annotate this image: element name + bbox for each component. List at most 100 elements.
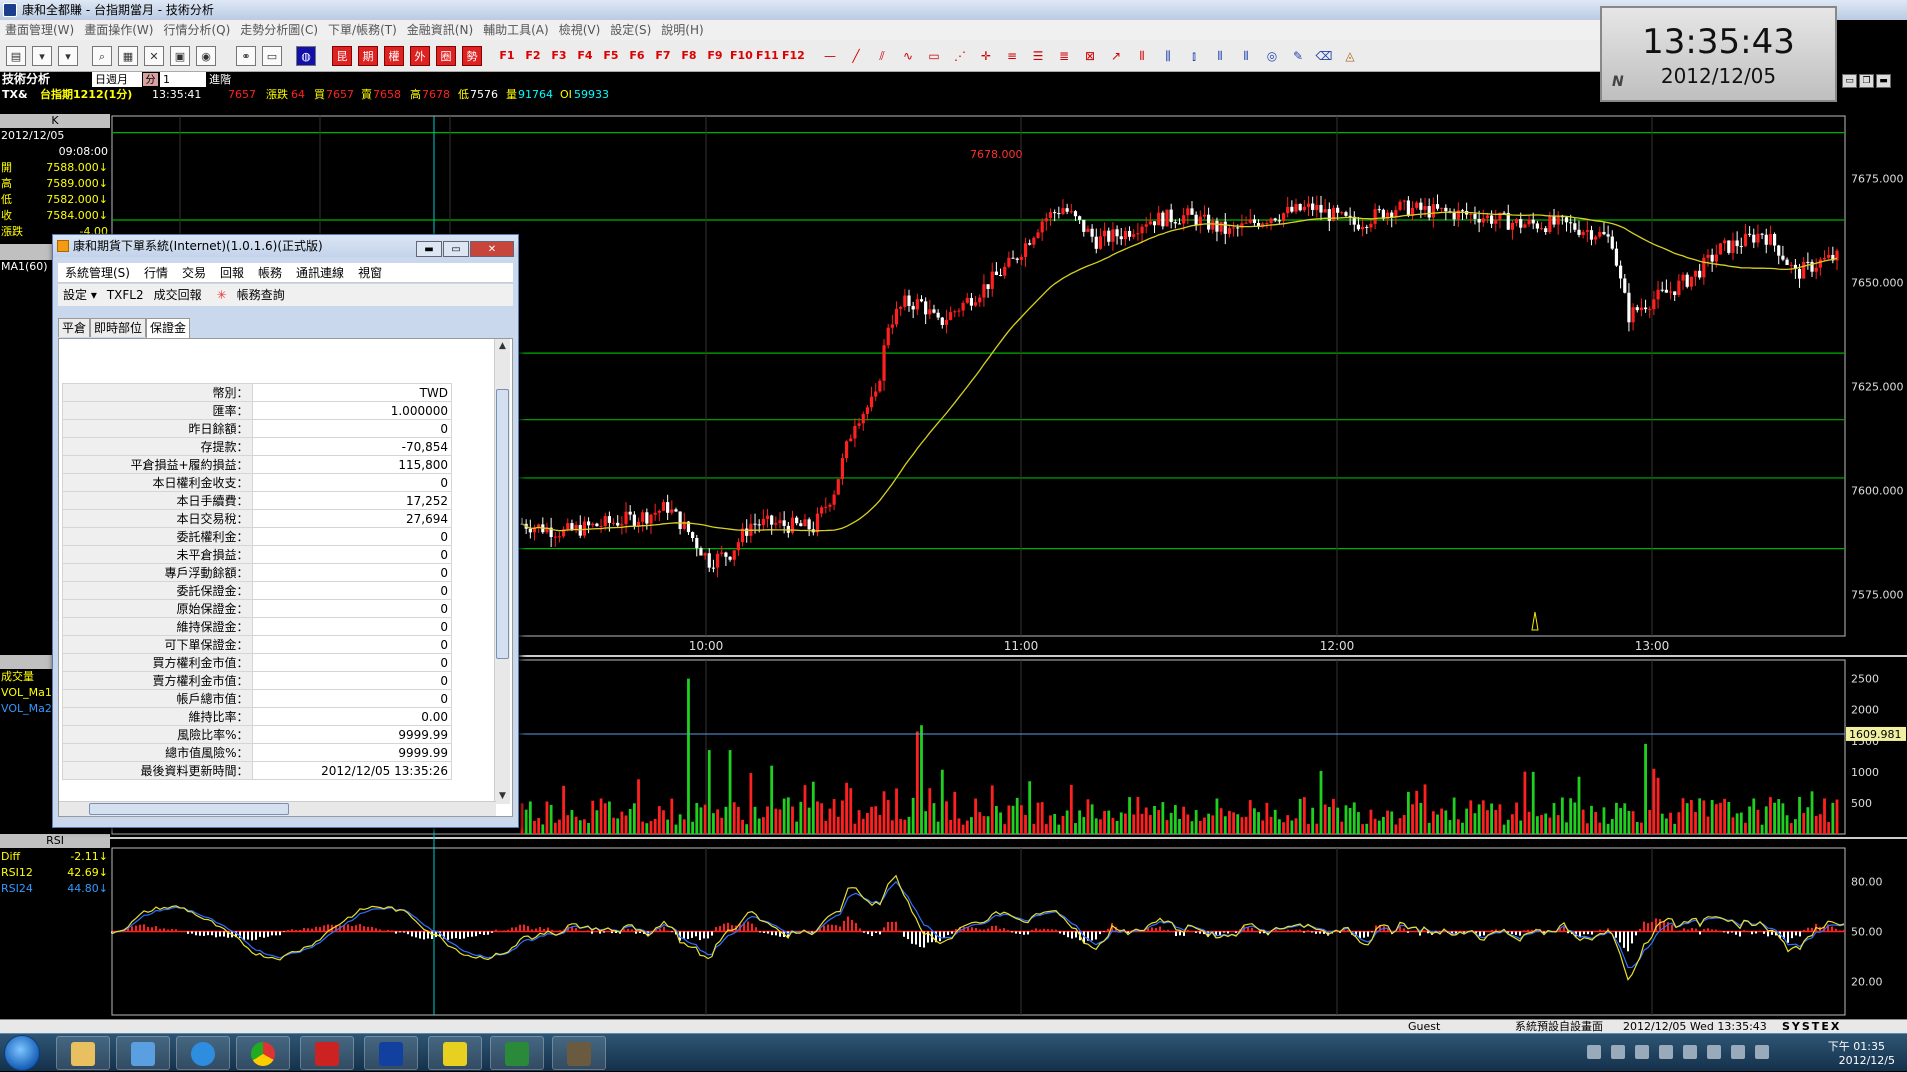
dialog-menu-item[interactable]: 帳務 — [251, 263, 289, 283]
symbol-button[interactable]: TXFL2 — [102, 284, 149, 306]
taskbar-order[interactable] — [428, 1036, 482, 1070]
tray-icon[interactable] — [1635, 1045, 1649, 1059]
candle-body — [1527, 219, 1531, 225]
ohlc-value: 7584.000↓ — [46, 209, 108, 222]
volume-bar — [1382, 816, 1385, 834]
close-icon[interactable]: ✕ — [470, 241, 514, 257]
windows-taskbar: 下午 01:35 2012/12/5 — [0, 1033, 1907, 1071]
candle-body — [1406, 200, 1410, 216]
candle-body — [553, 536, 557, 538]
volume-bar — [1273, 809, 1277, 834]
hscroll-thumb[interactable] — [89, 803, 289, 815]
horizontal-scrollbar[interactable] — [59, 801, 496, 816]
scroll-thumb[interactable] — [496, 389, 509, 659]
volume-bar — [920, 725, 923, 834]
rsi-diff-bar — [1771, 931, 1773, 935]
dialog-menu-item[interactable]: 行情 — [137, 263, 175, 283]
candle-body — [799, 523, 803, 527]
tray-icon[interactable] — [1683, 1045, 1697, 1059]
rsi-diff-bar — [207, 931, 209, 936]
rsi-diff-bar — [899, 930, 901, 932]
margin-value: 0 — [251, 473, 452, 492]
taskbar-game[interactable] — [552, 1036, 606, 1070]
taskbar-ie[interactable] — [176, 1036, 230, 1070]
volume-icon[interactable] — [1755, 1045, 1769, 1059]
rsi-diff-bar — [463, 931, 465, 939]
rsi-diff-bar — [1255, 930, 1257, 932]
scroll-up-icon[interactable]: ▲ — [495, 339, 510, 354]
margin-label: 賣方權利金市值： — [62, 671, 253, 690]
dialog-menu-item[interactable]: 回報 — [213, 263, 251, 283]
candle-body — [1127, 230, 1132, 237]
rsi-diff-bar — [1747, 930, 1749, 932]
vol-label: 成交量 — [1, 670, 34, 683]
candle-body — [616, 522, 620, 526]
tray-icon[interactable] — [1611, 1045, 1625, 1059]
rsi-diff-bar — [1599, 929, 1601, 932]
marker-triangle — [1531, 611, 1539, 631]
candle-body — [1173, 222, 1177, 224]
rsi-diff-bar — [319, 927, 321, 932]
scroll-down-icon[interactable]: ▼ — [495, 789, 510, 804]
volume-bar — [1806, 807, 1810, 834]
taskbar-explorer[interactable] — [56, 1036, 110, 1070]
taskbar-app[interactable] — [116, 1036, 170, 1070]
settings-button[interactable]: 設定 ▾ — [58, 284, 102, 306]
dialog-titlebar[interactable]: 康和期貨下單系統(Internet)(1.0.1.6)(正式版) ▬ ▭ ✕ — [53, 235, 518, 257]
taskbar-excel[interactable] — [490, 1036, 544, 1070]
candle-body — [820, 507, 824, 514]
candle-body — [636, 521, 641, 526]
tab-realtime-position[interactable]: 即時部位 — [90, 318, 147, 337]
rsi-diff-bar — [1219, 931, 1221, 935]
rsi-diff-bar — [1723, 931, 1725, 933]
dialog-menu-item[interactable]: 通訊連線 — [289, 263, 351, 283]
volume-bar — [1735, 813, 1739, 834]
margin-row: 昨日餘額： 0 — [62, 419, 452, 438]
dialog-menu-item[interactable]: 系統管理(S) — [58, 263, 137, 283]
candle-body — [1827, 254, 1831, 258]
candle-body — [1760, 233, 1764, 235]
taskbar-trade[interactable] — [300, 1036, 354, 1070]
tray-icon[interactable] — [1659, 1045, 1673, 1059]
tab-margin[interactable]: 保證金 — [146, 318, 191, 338]
fill-report-button[interactable]: 成交回報 — [149, 284, 207, 306]
taskbar-chrome[interactable] — [236, 1036, 290, 1070]
dialog-menu-item[interactable]: 視窗 — [351, 263, 389, 283]
minimize-icon[interactable]: ▬ — [416, 241, 442, 257]
volume-bar — [641, 821, 645, 834]
vertical-scrollbar[interactable]: ▲ ▼ — [494, 339, 510, 804]
candle-body — [1444, 207, 1448, 212]
candle-body — [1186, 208, 1190, 216]
candle-body — [936, 312, 940, 318]
volume-bar — [1685, 803, 1689, 834]
account-query-button[interactable]: 帳務查詢 — [232, 284, 290, 306]
taskbar-concord[interactable] — [364, 1036, 418, 1070]
tray-icon[interactable] — [1707, 1045, 1721, 1059]
maximize-icon[interactable]: ▭ — [443, 241, 469, 257]
ohlc-label: 開 — [1, 161, 12, 174]
candle-body — [1506, 212, 1510, 230]
volume-bar — [811, 781, 815, 834]
volume-bar — [632, 803, 636, 834]
network-icon[interactable] — [1731, 1045, 1745, 1059]
tray-icon[interactable] — [1587, 1045, 1601, 1059]
rsi-diff-bar — [759, 931, 761, 933]
dialog-menu-item[interactable]: 交易 — [175, 263, 213, 283]
start-button[interactable] — [4, 1035, 40, 1071]
rsi-diff-bar — [1699, 931, 1701, 935]
rsi-diff-bar — [507, 929, 509, 932]
rsi-diff-bar — [1631, 931, 1633, 944]
volume-bar — [1373, 818, 1377, 834]
volume-bar — [1427, 822, 1431, 834]
candle-body — [1594, 236, 1598, 240]
tab-close-position[interactable]: 平倉 — [58, 318, 91, 337]
candle-body — [1452, 211, 1456, 220]
rsi24-line — [111, 880, 1845, 969]
rsi-diff-bar — [851, 919, 853, 932]
rsi-diff-bar — [211, 931, 213, 936]
rsi-diff-bar — [387, 929, 389, 932]
volume-bar — [1015, 797, 1019, 834]
volume-bar — [1656, 777, 1660, 834]
volume-bar — [1069, 784, 1073, 834]
app-icon — [131, 1042, 155, 1066]
